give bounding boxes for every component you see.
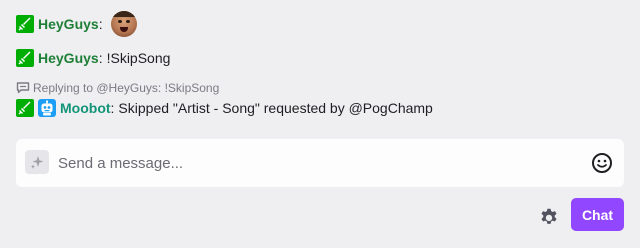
chat-input-container[interactable] (16, 139, 624, 187)
robot-icon[interactable] (38, 99, 56, 117)
reply-context[interactable]: Replying to @HeyGuys: !SkipSong (16, 80, 626, 96)
moderator-sword-icon[interactable] (16, 49, 34, 67)
message-separator: : (98, 16, 103, 32)
chat-send-button[interactable]: Chat (571, 198, 624, 231)
message-text: !SkipSong (106, 50, 171, 66)
username[interactable]: HeyGuys (38, 14, 99, 34)
smiley-icon[interactable] (590, 151, 614, 175)
face-emote-icon[interactable] (110, 11, 137, 37)
username[interactable]: HeyGuys (38, 48, 99, 68)
message-separator: : (110, 100, 115, 116)
gear-icon[interactable] (537, 205, 561, 229)
reply-bubble-icon (16, 82, 30, 94)
chat-message: HeyGuys : !SkipSong (16, 48, 626, 68)
message-text: Skipped "Artist - Song" requested by @Po… (118, 100, 433, 116)
chat-message: Moobot : Skipped "Artist - Song" request… (16, 98, 626, 118)
message-separator: : (98, 50, 103, 66)
chat-log: HeyGuys : HeyGuys : !SkipSong Replying t… (16, 10, 626, 118)
moderator-sword-icon[interactable] (16, 15, 34, 33)
chat-message: HeyGuys : (16, 10, 626, 38)
reply-text: Replying to @HeyGuys: !SkipSong (33, 81, 220, 95)
sparkle-icon[interactable] (25, 150, 49, 174)
username[interactable]: Moobot (60, 98, 111, 118)
moderator-sword-icon[interactable] (16, 99, 34, 117)
message-input[interactable] (58, 139, 578, 187)
